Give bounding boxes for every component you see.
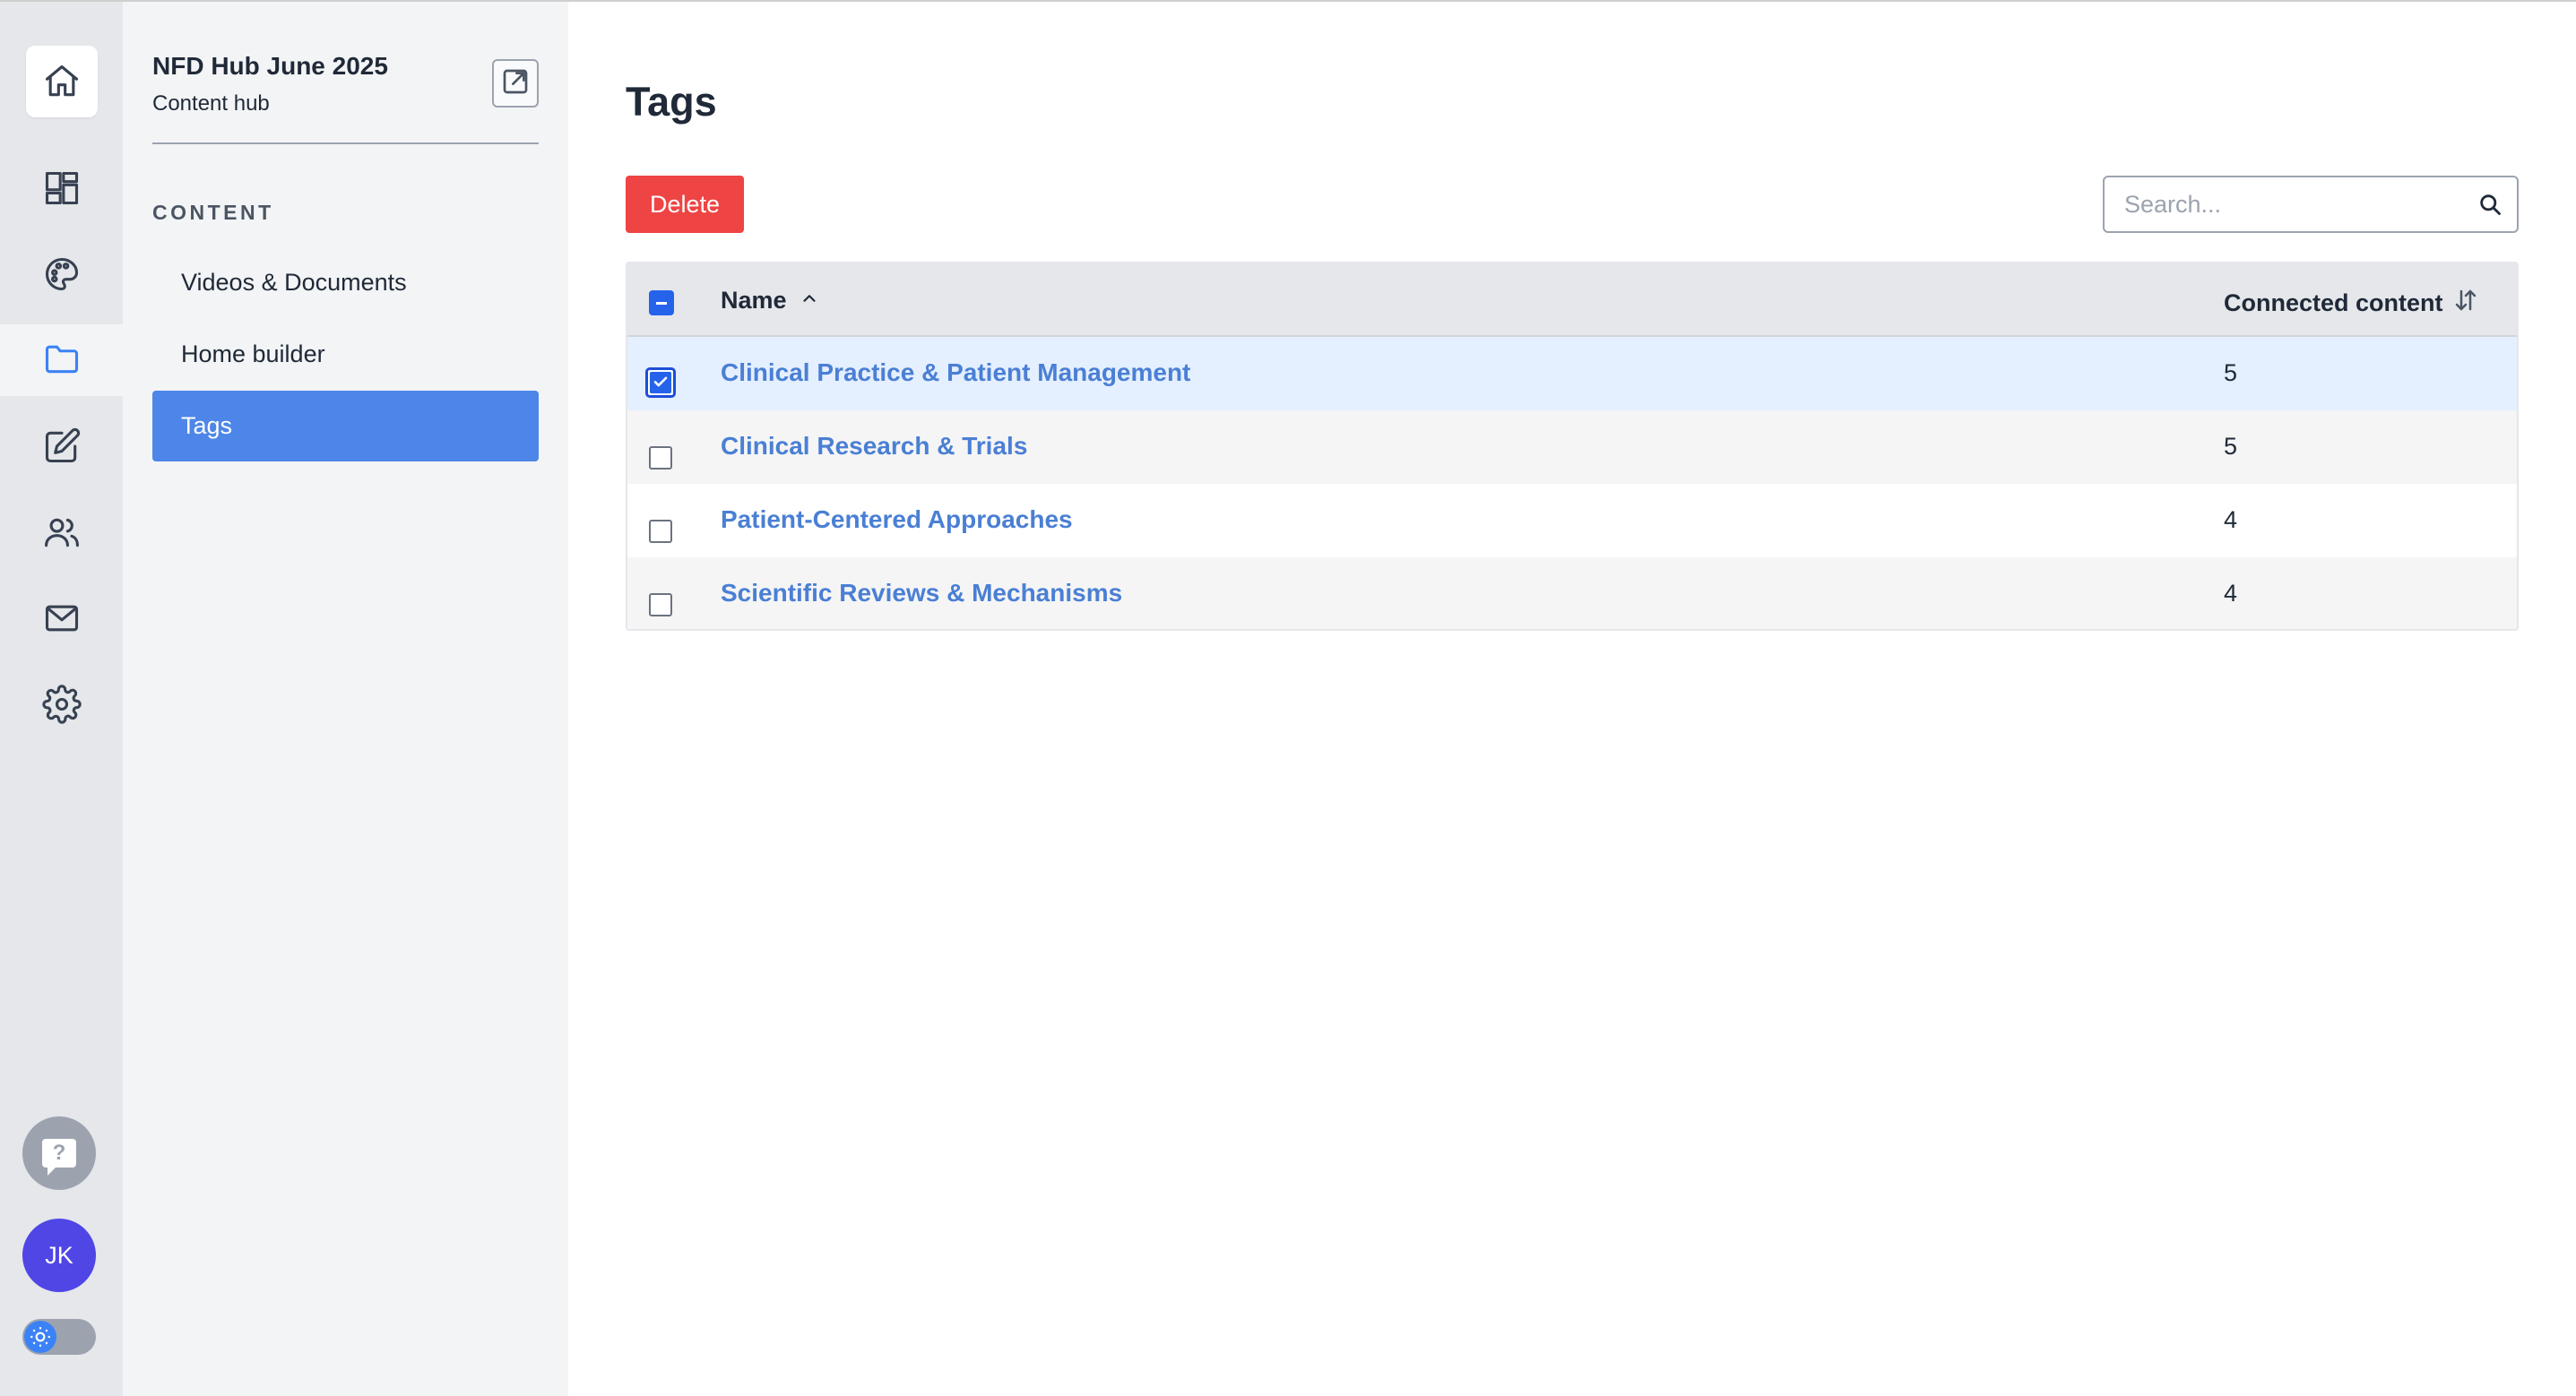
search-icon[interactable] — [2477, 192, 2503, 221]
connected-content-column-label: Connected content — [2224, 289, 2443, 316]
dashboard-icon — [42, 168, 82, 212]
name-column-header[interactable]: Name — [721, 287, 819, 315]
sun-icon — [24, 1321, 56, 1353]
sidebar-item-videos-documents[interactable]: Videos & Documents — [152, 247, 539, 318]
tags-table: Name Connected content Clinical Practice… — [626, 262, 2519, 631]
delete-button[interactable]: Delete — [626, 176, 744, 233]
help-button[interactable]: ? — [22, 1116, 96, 1190]
tag-name-link[interactable]: Scientific Reviews & Mechanisms — [721, 579, 1122, 608]
tag-name-link[interactable]: Clinical Research & Trials — [721, 432, 1027, 461]
edit-button[interactable] — [0, 412, 123, 484]
avatar[interactable]: JK — [22, 1219, 96, 1292]
connected-content-column-header[interactable]: Connected content — [2224, 287, 2479, 320]
mail-icon — [42, 599, 82, 642]
folder-icon — [42, 339, 82, 383]
tag-name-link[interactable]: Clinical Practice & Patient Management — [721, 358, 1190, 387]
row-checkbox[interactable] — [649, 446, 672, 470]
connected-count: 4 — [2224, 506, 2238, 533]
search-box — [2103, 176, 2519, 233]
sort-toggle-icon — [2443, 287, 2479, 320]
settings-button[interactable] — [0, 670, 123, 742]
users-icon — [42, 513, 82, 556]
sidebar-item-home-builder[interactable]: Home builder — [152, 319, 539, 390]
dashboard-button[interactable] — [0, 154, 123, 226]
search-input[interactable] — [2124, 177, 2465, 231]
tag-name-link[interactable]: Patient-Centered Approaches — [721, 505, 1073, 534]
row-checkbox[interactable] — [649, 520, 672, 543]
design-button[interactable] — [0, 240, 123, 312]
page-title: Tags — [626, 79, 717, 125]
home-icon — [25, 46, 98, 117]
table-row[interactable]: Clinical Practice & Patient Management 5 — [627, 337, 2517, 410]
table-header: Name Connected content — [627, 263, 2517, 337]
sidebar-item-tags[interactable]: Tags — [152, 391, 539, 461]
hub-subtitle: Content hub — [152, 91, 270, 116]
edit-icon — [42, 427, 82, 470]
connected-count: 5 — [2224, 359, 2238, 386]
table-row[interactable]: Patient-Centered Approaches 4 — [627, 484, 2517, 557]
select-all-checkbox[interactable] — [649, 290, 674, 315]
users-button[interactable] — [0, 498, 123, 570]
row-checkbox[interactable] — [649, 593, 672, 616]
help-icon: ? — [42, 1139, 76, 1176]
sort-ascending-icon — [787, 287, 819, 315]
content-button[interactable] — [0, 324, 123, 396]
hub-title: NFD Hub June 2025 — [152, 52, 388, 80]
connected-count: 5 — [2224, 433, 2238, 460]
content-sidebar: NFD Hub June 2025 Content hub CONTENT Vi… — [123, 2, 568, 1396]
gear-icon — [41, 684, 82, 728]
table-row[interactable]: Clinical Research & Trials 5 — [627, 410, 2517, 484]
row-checkbox[interactable] — [645, 367, 676, 398]
icon-rail: ? JK — [0, 2, 123, 1396]
open-hub-button[interactable] — [492, 59, 539, 108]
palette-icon — [42, 254, 82, 298]
connected-count: 4 — [2224, 580, 2238, 607]
name-column-label: Name — [721, 287, 787, 314]
section-label: CONTENT — [152, 201, 274, 224]
mail-button[interactable] — [0, 584, 123, 656]
external-link-icon — [501, 67, 530, 100]
home-button[interactable] — [0, 45, 123, 118]
theme-toggle[interactable] — [22, 1319, 96, 1355]
sidebar-divider — [152, 142, 539, 144]
check-icon — [653, 374, 669, 394]
table-row[interactable]: Scientific Reviews & Mechanisms 4 — [627, 557, 2517, 629]
